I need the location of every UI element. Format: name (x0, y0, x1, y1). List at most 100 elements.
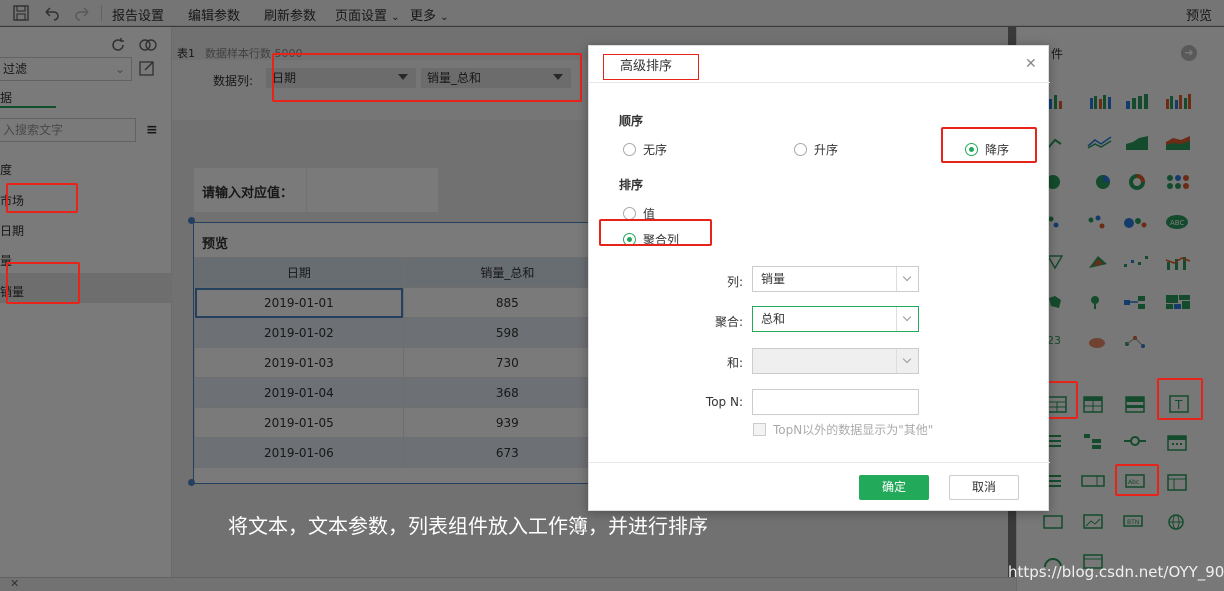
table-cell[interactable]: 673 (402, 437, 613, 468)
bubble-chart-icon[interactable] (1123, 214, 1147, 233)
resize-handle[interactable] (188, 217, 195, 224)
refresh-icon[interactable] (110, 37, 126, 53)
radar-chart-icon[interactable] (1087, 254, 1109, 273)
cancel-button[interactable]: 取消 (949, 475, 1019, 500)
tab-data[interactable]: 据 (0, 89, 12, 106)
aggregate-select[interactable]: 总和 (752, 306, 919, 332)
globe-icon[interactable] (1167, 513, 1185, 534)
field-date[interactable]: 日期 (0, 222, 24, 239)
table-icon[interactable] (1083, 395, 1103, 416)
topn-others-checkbox[interactable] (753, 423, 766, 436)
list-icon[interactable] (1047, 433, 1063, 452)
crosstab-icon[interactable] (1125, 395, 1145, 416)
funnel-chart-icon[interactable] (1046, 254, 1064, 273)
table-cell[interactable]: 939 (402, 407, 613, 438)
stacked-area-icon[interactable] (1165, 134, 1191, 153)
redo-icon[interactable] (74, 4, 92, 22)
table-cell[interactable]: 885 (402, 287, 613, 318)
more-menu[interactable]: 更多 ⌄ (410, 5, 449, 24)
table-cell[interactable]: 2019-01-04 (194, 377, 404, 408)
heatmap-icon[interactable] (1087, 334, 1107, 353)
watermark: https://blog.csdn.net/OYY_90 (1008, 563, 1224, 581)
treemap-icon[interactable] (1165, 294, 1191, 313)
column-select[interactable]: 销量 (752, 266, 919, 292)
preview-button[interactable]: 预览 (1186, 5, 1212, 24)
column-select-value: 销量 (761, 272, 786, 286)
pie-grid-icon[interactable] (1165, 174, 1191, 193)
list-icon[interactable] (1047, 473, 1063, 492)
column-header-sales[interactable]: 销量_总和 (402, 257, 613, 288)
highlight-box (6, 262, 80, 304)
grouped-bar-icon[interactable] (1089, 93, 1113, 112)
combobox-icon[interactable] (1081, 473, 1105, 492)
arrow-right-icon[interactable]: ➜ (1181, 45, 1197, 61)
image-icon[interactable] (1083, 513, 1103, 532)
table-cell[interactable]: 2019-01-03 (194, 347, 404, 378)
table-cell[interactable]: 2019-01-02 (194, 317, 404, 348)
pie-chart-icon[interactable] (1093, 174, 1113, 193)
text-input-component[interactable]: 请输入对应值： (194, 168, 438, 212)
highlight-box (6, 183, 78, 213)
line-chart-icon[interactable] (1047, 134, 1067, 153)
table-cell[interactable]: 2019-01-05 (194, 407, 404, 438)
step-line-icon[interactable] (1123, 254, 1149, 273)
multi-bar-icon[interactable] (1165, 93, 1193, 112)
radio-ascending-label[interactable]: 升序 (814, 141, 838, 158)
resize-handle[interactable] (188, 479, 195, 486)
pie-chart-icon[interactable] (1046, 174, 1063, 193)
dialog-title: 高级排序 (603, 54, 699, 80)
page-settings-menu[interactable]: 页面设置 ⌄ (335, 5, 400, 24)
chevron-down-icon: ⌄ (440, 12, 449, 23)
slider-icon[interactable] (1123, 433, 1147, 452)
undo-icon[interactable] (42, 4, 60, 22)
edit-params-menu[interactable]: 编辑参数 (188, 5, 240, 24)
list-component-preview[interactable]: 预览 日期 销量_总和 2019-01-01 885 2019-01-02 598 … (193, 222, 613, 484)
radio-no-order[interactable] (623, 143, 636, 156)
table-cell[interactable]: 2019-01-01 (194, 287, 404, 318)
and-select[interactable] (752, 348, 919, 374)
donut-chart-icon[interactable] (1127, 174, 1147, 193)
filter-select[interactable]: 过滤 ⌄ (0, 57, 132, 81)
bar-chart-icon[interactable] (1047, 93, 1069, 112)
save-icon[interactable] (12, 4, 30, 22)
table-cell[interactable]: 368 (402, 377, 613, 408)
table-cell[interactable]: 730 (402, 347, 613, 378)
aggregate-label: 聚合: (714, 315, 743, 329)
flow-map-icon[interactable] (1123, 294, 1147, 313)
table-cell[interactable]: 2019-01-06 (194, 437, 404, 468)
folder-icon[interactable] (1043, 513, 1063, 532)
ok-button[interactable]: 确定 (859, 475, 929, 500)
left-data-panel: 过滤 ⌄ 据 入搜索文字 ≡ 度 市场 日期 量 销量 (0, 27, 172, 591)
search-input[interactable]: 入搜索文字 (0, 118, 136, 142)
radio-no-order-label[interactable]: 无序 (643, 141, 667, 158)
number-card-icon[interactable]: 23 (1047, 334, 1061, 347)
map-icon[interactable] (1047, 294, 1063, 313)
bottom-tab-bar: ✕ (0, 577, 1016, 591)
link-icon[interactable] (138, 37, 158, 53)
button-component-icon[interactable]: BTN (1123, 513, 1143, 532)
area-chart-icon[interactable] (1125, 134, 1149, 153)
scatter-chart-icon[interactable] (1047, 214, 1063, 233)
calendar-icon[interactable] (1167, 433, 1187, 454)
edit-icon[interactable] (138, 59, 156, 77)
report-settings-menu[interactable]: 报告设置 (112, 5, 164, 24)
column-header-date[interactable]: 日期 (194, 257, 404, 288)
highlight-box (1157, 378, 1203, 420)
topn-input[interactable] (752, 389, 919, 415)
close-icon[interactable]: ✕ (10, 577, 19, 590)
word-cloud-icon[interactable]: ABC (1165, 214, 1189, 233)
combo-chart-icon[interactable] (1165, 254, 1191, 273)
tree-list-icon[interactable] (1083, 433, 1103, 454)
refresh-params-menu[interactable]: 刷新参数 (264, 5, 316, 24)
radio-ascending[interactable] (794, 143, 807, 156)
dimension-folder[interactable]: 度 (0, 161, 12, 178)
table-layout-icon[interactable] (1167, 473, 1187, 494)
table-cell[interactable]: 598 (402, 317, 613, 348)
close-icon[interactable]: ✕ (1025, 56, 1037, 72)
location-pin-icon[interactable] (1087, 294, 1103, 313)
scatter-chart-icon[interactable] (1087, 214, 1107, 233)
network-icon[interactable] (1123, 334, 1147, 353)
menu-icon[interactable]: ≡ (146, 122, 158, 138)
stacked-bar-icon[interactable] (1125, 93, 1149, 112)
multi-line-icon[interactable] (1087, 134, 1113, 153)
